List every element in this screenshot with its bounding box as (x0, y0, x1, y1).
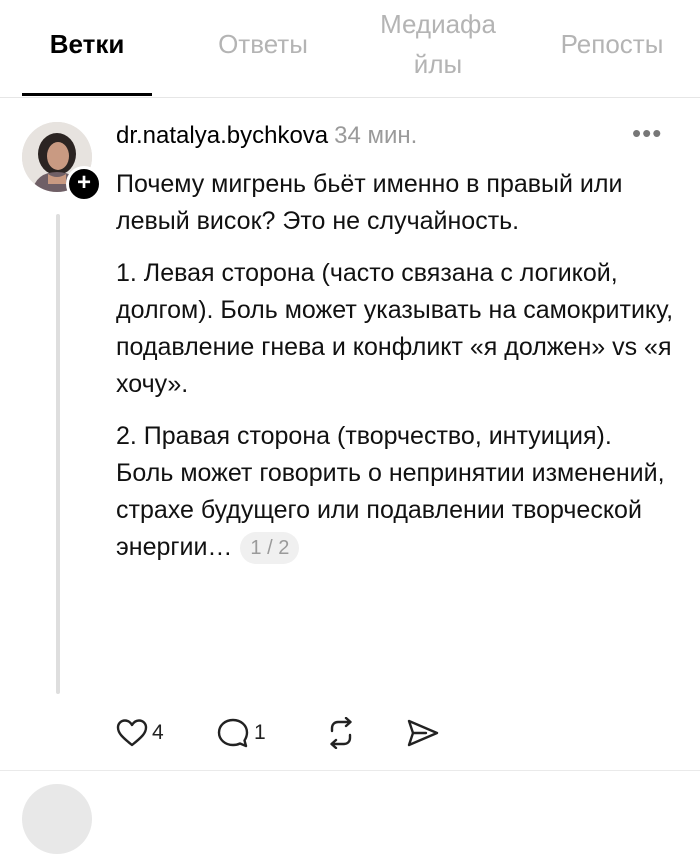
heart-icon (116, 719, 148, 747)
post-paragraph-text: 2. Правая сторона (творчество, интуиция)… (116, 422, 665, 561)
follow-button[interactable]: + (66, 166, 102, 202)
send-icon (407, 719, 439, 747)
comment-icon (217, 718, 249, 748)
reply-button[interactable]: 1 (216, 716, 266, 750)
post-divider (0, 770, 700, 771)
like-count: 4 (152, 721, 164, 744)
repost-button[interactable] (324, 716, 358, 750)
post-actions: 4 1 (116, 716, 516, 750)
timestamp: 34 мин. (334, 122, 418, 149)
username[interactable]: dr.natalya.bychkova (116, 122, 328, 149)
repost-icon (330, 717, 352, 749)
tab-replies[interactable]: Ответы (196, 24, 330, 64)
reply-count: 1 (254, 721, 266, 744)
tabs-divider (0, 97, 700, 98)
post-paragraph: 2. Правая сторона (творчество, интуиция)… (116, 418, 676, 566)
media-pager-badge: 1 / 2 (240, 532, 300, 565)
avatar[interactable] (22, 784, 92, 854)
post-header: dr.natalya.bychkova 34 мин. (116, 122, 417, 150)
tab-reposts[interactable]: Репосты (540, 24, 684, 64)
tab-media[interactable]: Медиафа йлы (368, 4, 508, 84)
share-button[interactable] (406, 716, 440, 750)
active-tab-indicator (22, 93, 152, 96)
thread-line (56, 214, 60, 694)
post-body[interactable]: Почему мигрень бьёт именно в правый или … (116, 166, 676, 581)
post-paragraph: 1. Левая сторона (часто связана с логико… (116, 259, 674, 398)
post-paragraph: Почему мигрень бьёт именно в правый или … (116, 170, 623, 235)
profile-tabs: Ветки Ответы Медиафа йлы Репосты (0, 0, 700, 98)
tab-threads[interactable]: Ветки (22, 24, 152, 64)
like-button[interactable]: 4 (116, 716, 164, 750)
more-options-icon[interactable]: ••• (632, 118, 662, 149)
